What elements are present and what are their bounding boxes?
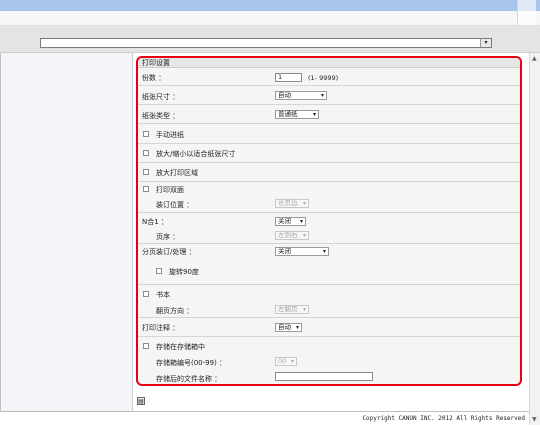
- toolbar-right-pane: [517, 11, 536, 25]
- page-button-icon[interactable]: ▤: [137, 397, 145, 405]
- binding-location-value: 长页边: [278, 199, 298, 207]
- titlebar-right-pane: [517, 0, 536, 11]
- booklet-checkbox[interactable]: [143, 291, 149, 297]
- paper-type-row: 纸张类型 ： 普通纸 ▾: [138, 105, 520, 124]
- address-combobox[interactable]: ▾: [40, 38, 492, 48]
- paper-type-select[interactable]: 普通纸 ▾: [275, 110, 319, 119]
- paper-type-value: 普通纸: [278, 110, 298, 118]
- page-order-select[interactable]: 左到右 ▾: [275, 231, 309, 240]
- copies-range-hint: (1- 9999): [308, 74, 339, 82]
- booklet-label: 书本: [156, 291, 170, 299]
- store-in-box-checkbox[interactable]: [143, 343, 149, 349]
- toolbar-band: [0, 11, 540, 26]
- manual-feed-checkbox[interactable]: [143, 131, 149, 137]
- duplex-row: 打印双面: [138, 182, 520, 196]
- copies-input[interactable]: 1: [275, 73, 302, 82]
- binding-location-label: 装订位置 ：: [156, 201, 194, 209]
- enlarge-print-area-row: 放大打印区域: [138, 163, 520, 182]
- stored-filename-label: 存储后的文件名称 ：: [156, 375, 222, 383]
- rotate-checkbox[interactable]: [156, 268, 162, 274]
- box-number-value: 00: [278, 357, 287, 365]
- manual-feed-row: 手动进纸: [138, 124, 520, 144]
- box-number-select[interactable]: 00 ▾: [275, 357, 297, 366]
- fit-to-paper-label: 放大/缩小以适合纸张尺寸: [156, 150, 236, 158]
- paper-size-row: 纸张尺寸 ： 自动 ▾: [138, 86, 520, 105]
- store-in-box-label: 存储在存储箱中: [156, 343, 205, 351]
- left-navigation-pane: [0, 53, 133, 411]
- paper-size-select[interactable]: 自动 ▾: [275, 91, 327, 100]
- collate-row: 分页装订/处理 ： 关闭 ▾: [138, 244, 520, 257]
- copyright-text: Copyright CANON INC. 2012 All Rights Res…: [362, 415, 525, 422]
- chevron-down-icon: ▾: [312, 111, 316, 118]
- chevron-down-icon: ▾: [322, 248, 326, 255]
- paper-size-label: 纸张尺寸 ：: [142, 93, 180, 101]
- vertical-scrollbar[interactable]: ▲ ▼: [529, 53, 540, 425]
- scroll-down-icon[interactable]: ▼: [532, 416, 537, 423]
- booklet-row: 书本: [138, 285, 520, 301]
- page-order-label: 页序 ：: [156, 233, 180, 241]
- fit-to-paper-checkbox[interactable]: [143, 150, 149, 156]
- page-open-direction-row: 翻页方向 ： 左翻页 ▾: [138, 301, 520, 318]
- chevron-down-icon: ▾: [299, 218, 303, 225]
- page-open-direction-value: 左翻页: [278, 305, 298, 313]
- duplex-checkbox[interactable]: [143, 186, 149, 192]
- collate-select[interactable]: 关闭 ▾: [275, 247, 329, 256]
- copies-label: 份数 ：: [142, 74, 166, 82]
- chevron-down-icon: ▾: [302, 232, 306, 239]
- paper-size-value: 自动: [278, 91, 291, 99]
- page-open-direction-label: 翻页方向 ：: [156, 307, 194, 315]
- frame-divider: [0, 53, 1, 425]
- enlarge-print-area-checkbox[interactable]: [143, 169, 149, 175]
- collate-label: 分页装订/处理 ：: [142, 248, 196, 256]
- chevron-down-icon: ▾: [320, 92, 324, 99]
- chevron-down-icon: ▾: [302, 306, 306, 313]
- page-order-row: 页序 ： 左到右 ▾: [138, 227, 520, 244]
- print-annotation-label: 打印注释 ：: [142, 324, 180, 332]
- n-up-select[interactable]: 关闭 ▾: [275, 217, 306, 226]
- paper-type-label: 纸张类型 ：: [142, 112, 180, 120]
- manual-feed-label: 手动进纸: [156, 131, 184, 139]
- rotate-row: 旋转90度: [138, 257, 520, 285]
- n-up-row: N合1 ： 关闭 ▾: [138, 213, 520, 227]
- n-up-value: 关闭: [278, 217, 291, 225]
- page-order-value: 左到右: [278, 231, 298, 239]
- enlarge-print-area-label: 放大打印区域: [156, 169, 198, 177]
- footer-bar: Copyright CANON INC. 2012 All Rights Res…: [0, 411, 529, 426]
- copies-row: 份数 ： 1 (1- 9999): [138, 68, 520, 86]
- stored-filename-input[interactable]: [275, 372, 373, 381]
- chevron-down-icon: ▾: [295, 324, 299, 331]
- collate-value: 关闭: [278, 247, 291, 255]
- print-settings-panel: 打印设置 份数 ： 1 (1- 9999) 纸张尺寸 ： 自动 ▾ 纸张类型 ：…: [136, 56, 522, 386]
- print-annotation-select[interactable]: 自动 ▾: [275, 323, 302, 332]
- print-annotation-value: 自动: [278, 323, 291, 331]
- panel-title: 打印设置: [138, 58, 520, 68]
- fit-to-paper-row: 放大/缩小以适合纸张尺寸: [138, 144, 520, 163]
- scroll-up-icon[interactable]: ▲: [532, 55, 537, 62]
- chevron-down-icon: ▾: [290, 358, 294, 365]
- window-titlebar: [0, 0, 540, 11]
- n-up-label: N合1 ：: [142, 218, 168, 226]
- binding-location-row: 装订位置 ： 长页边 ▾: [138, 196, 520, 213]
- rotate-label: 旋转90度: [169, 268, 199, 276]
- box-number-label: 存储箱编号(00-99) ：: [156, 359, 227, 367]
- page-open-direction-select[interactable]: 左翻页 ▾: [275, 305, 309, 314]
- store-in-box-group: 存储在存储箱中 存储箱编号(00-99) ： 00 ▾ 存储后的文件名称 ：: [138, 337, 520, 384]
- chevron-down-icon: ▾: [302, 200, 306, 207]
- binding-location-select[interactable]: 长页边 ▾: [275, 199, 309, 208]
- address-dropdown-icon[interactable]: ▾: [480, 39, 491, 47]
- duplex-label: 打印双面: [156, 186, 184, 194]
- print-annotation-row: 打印注释 ： 自动 ▾: [138, 318, 520, 337]
